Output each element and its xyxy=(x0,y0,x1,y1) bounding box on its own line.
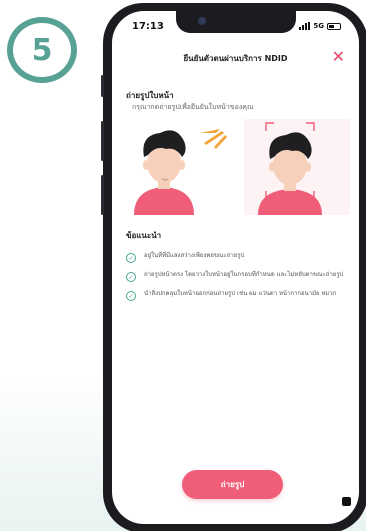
camera-notch xyxy=(175,11,296,33)
photo-section-subtitle: กรุณากดถ่ายรูปเพื่อยืนยันใบหน้าของคุณ xyxy=(132,103,254,111)
take-photo-button[interactable]: ถ่ายรูป xyxy=(182,470,283,499)
phone-side-button xyxy=(101,121,104,161)
app-header: ยืนยันตัวตนผ่านบริการ NDID ✕ xyxy=(112,47,359,69)
cursor-icon xyxy=(342,497,351,506)
tip-text: อยู่ในที่ที่มีแสงสว่างเพียงพอขณะถ่ายรูป xyxy=(144,252,245,259)
photo-section-title: ถ่ายรูปใบหน้า xyxy=(126,91,174,100)
check-circle-icon: ✓ xyxy=(126,291,136,301)
list-item: ✓ นำสิ่งปกคลุมใบหน้าออกก่อนถ่ายรูป เช่น … xyxy=(126,290,345,301)
list-item: ✓ ถ่ายรูปหน้าตรง โดยวางใบหน้าอยู่ในกรอบท… xyxy=(126,271,345,282)
tips-list: ✓ อยู่ในที่ที่มีแสงสว่างเพียงพอขณะถ่ายรู… xyxy=(126,252,345,309)
phone-frame: 17:13 5G ยืนยันตัวตนผ่านบริการ NDID ✕ ถ่… xyxy=(101,3,366,531)
tips-title: ข้อแนะนำ xyxy=(126,231,162,240)
check-circle-icon: ✓ xyxy=(126,272,136,282)
network-label: 5G xyxy=(313,22,324,30)
tip-text: ถ่ายรูปหน้าตรง โดยวางใบหน้าอยู่ในกรอบที่… xyxy=(144,271,344,278)
phone-side-button xyxy=(101,75,104,97)
step-number: 5 xyxy=(31,32,53,68)
camera-flash-icon xyxy=(200,129,227,149)
face-capture-illustration xyxy=(134,119,350,215)
list-item: ✓ อยู่ในที่ที่มีแสงสว่างเพียงพอขณะถ่ายรู… xyxy=(126,252,345,263)
check-circle-icon: ✓ xyxy=(126,253,136,263)
signal-icon xyxy=(299,22,311,30)
battery-icon xyxy=(327,22,341,30)
tip-text: นำสิ่งปกคลุมใบหน้าออกก่อนถ่ายรูป เช่น ผม… xyxy=(144,290,337,297)
step-number-badge: 5 xyxy=(7,17,77,83)
status-indicators: 5G xyxy=(299,22,341,30)
phone-side-button xyxy=(101,175,104,215)
header-title: ยืนยันตัวตนผ่านบริการ NDID xyxy=(183,53,288,63)
status-time: 17:13 xyxy=(132,20,164,32)
close-icon[interactable]: ✕ xyxy=(332,49,345,65)
phone-screen: 17:13 5G ยืนยันตัวตนผ่านบริการ NDID ✕ ถ่… xyxy=(112,11,359,524)
person-illustration xyxy=(134,130,194,215)
